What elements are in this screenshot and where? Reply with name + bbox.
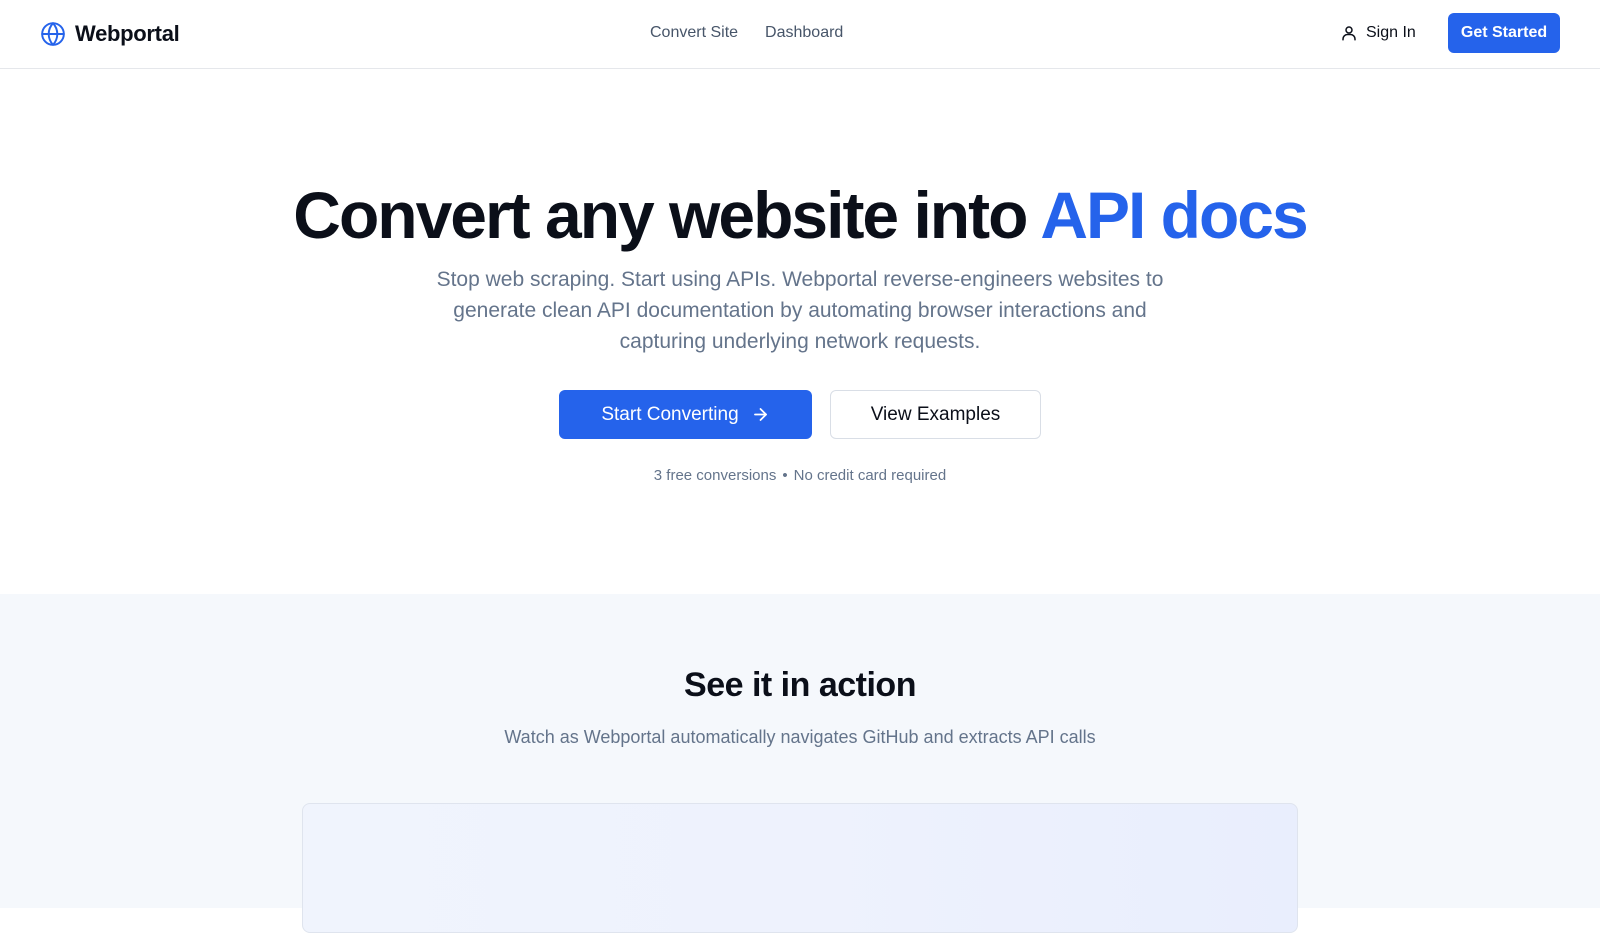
hero-cta-group: Start Converting View Examples [559, 390, 1041, 439]
globe-icon [41, 22, 65, 46]
main-nav: Convert Site Dashboard [650, 22, 843, 44]
site-header: Webportal Convert Site Dashboard Sign In… [0, 0, 1600, 69]
arrow-right-icon [753, 408, 767, 421]
demo-video-frame[interactable] [302, 803, 1298, 933]
free-conversions-text: 3 free conversions [653, 467, 777, 484]
brand-logo-link[interactable]: Webportal [40, 19, 180, 49]
nav-link-convert-site[interactable]: Convert Site [650, 22, 738, 44]
nav-link-dashboard[interactable]: Dashboard [765, 22, 843, 44]
hero-fine-print: 3 free conversions • No credit card requir… [0, 466, 1600, 486]
start-converting-label: Start Converting [601, 403, 739, 425]
hero-section: Convert any website into API docs Stop w… [0, 69, 1600, 594]
view-examples-button[interactable]: View Examples [830, 390, 1041, 439]
hero-title-accent: API docs [1040, 178, 1308, 252]
user-icon [1342, 26, 1356, 41]
sign-in-link[interactable]: Sign In [1340, 21, 1416, 45]
separator-dot: • [782, 467, 788, 484]
hero-title: Convert any website into API docs [0, 177, 1600, 253]
get-started-button[interactable]: Get Started [1448, 13, 1560, 53]
demo-subtitle: Watch as Webportal automatically navigat… [504, 727, 1096, 747]
demo-section: See it in action Watch as Webportal auto… [0, 594, 1600, 933]
sign-in-label: Sign In [1366, 24, 1416, 41]
demo-title: See it in action [684, 666, 916, 704]
hero-title-main: Convert any website into [293, 178, 1041, 252]
no-credit-card-text: No credit card required [793, 467, 947, 484]
start-converting-button[interactable]: Start Converting [559, 390, 812, 439]
hero-subtitle: Stop web scraping. Start using APIs. Web… [436, 268, 1164, 353]
brand-name: Webportal [75, 21, 180, 46]
